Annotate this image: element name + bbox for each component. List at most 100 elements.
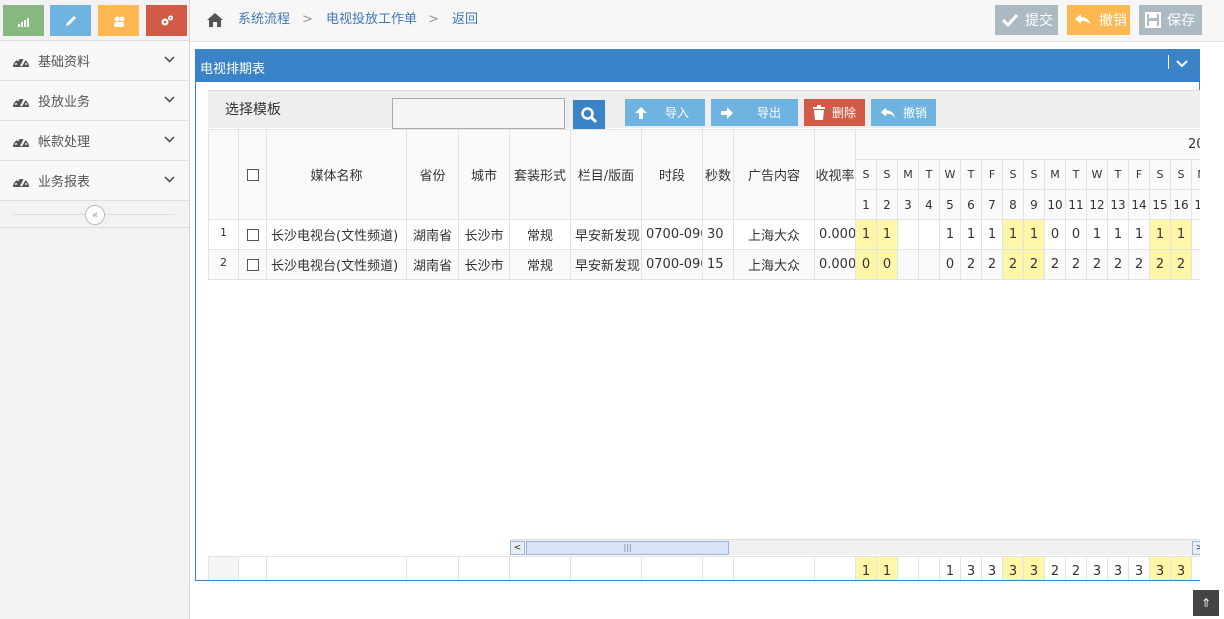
column-header[interactable]: 收视率 [814, 129, 856, 220]
breadcrumb-tv-workorder[interactable]: 电视投放工作单 [326, 0, 417, 40]
cell-city[interactable]: 长沙市 [458, 219, 510, 250]
day-cell[interactable]: 1 [855, 219, 877, 250]
signal-shortcut-button[interactable] [3, 5, 44, 36]
save-icon [1145, 12, 1161, 28]
day-cell[interactable]: 2 [1002, 249, 1024, 280]
sidebar-item-1[interactable]: 投放业务 [0, 81, 189, 121]
column-header[interactable]: 套装形式 [509, 129, 571, 220]
day-cell[interactable]: 0 [939, 249, 961, 280]
day-cell[interactable] [897, 219, 919, 250]
cell-rating[interactable]: 0.0000 [814, 219, 856, 250]
cell-package[interactable]: 常规 [509, 219, 571, 250]
home-icon[interactable] [206, 12, 224, 28]
day-cell[interactable] [918, 249, 940, 280]
sidebar-collapse-button[interactable]: « [85, 205, 105, 225]
sidebar-item-3[interactable]: 业务报表 [0, 161, 189, 201]
cell-package[interactable]: 常规 [509, 249, 571, 280]
day-cell[interactable]: 2 [1044, 249, 1066, 280]
day-cell[interactable]: 2 [1086, 249, 1108, 280]
day-cell[interactable]: 1 [960, 219, 982, 250]
cell-column[interactable]: 早安新发现, [570, 249, 642, 280]
pencil-shortcut-button[interactable] [50, 5, 91, 36]
column-header[interactable]: 秒数 [702, 129, 734, 220]
cell-province[interactable]: 湖南省 [406, 249, 459, 280]
day-cell[interactable]: 2 [1023, 249, 1045, 280]
day-cell[interactable]: 1 [1002, 219, 1024, 250]
chevron-down-icon[interactable] [1176, 60, 1188, 68]
save-button[interactable]: 保存 [1139, 5, 1202, 35]
scroll-left-button[interactable]: < [510, 541, 525, 555]
column-header[interactable]: 时段 [641, 129, 703, 220]
day-cell[interactable]: 1 [1086, 219, 1108, 250]
day-cell[interactable]: 1 [939, 219, 961, 250]
users-shortcut-button[interactable] [98, 5, 139, 36]
column-header[interactable]: 城市 [458, 129, 510, 220]
export-button[interactable]: 导出 [711, 99, 798, 126]
back-to-top-button[interactable]: ⇑ [1193, 590, 1219, 616]
template-search-button[interactable] [573, 100, 605, 130]
day-cell[interactable]: 1 [876, 219, 898, 250]
template-input[interactable] [392, 98, 565, 129]
total-cell: 3 [981, 556, 1003, 580]
day-cell[interactable]: 1 [981, 219, 1003, 250]
table-row[interactable]: 2 长沙电视台(文性频道)湖南省长沙市常规早安新发现,0700-090015上海大… [208, 249, 1200, 280]
day-cell[interactable] [918, 219, 940, 250]
table-row[interactable]: 1 长沙电视台(文性频道)湖南省长沙市常规早安新发现,0700-090030上海大… [208, 219, 1200, 250]
import-button[interactable]: 导入 [625, 99, 705, 126]
breadcrumb-system-flow[interactable]: 系统流程 [238, 0, 290, 40]
day-cell[interactable]: 2 [1128, 249, 1150, 280]
day-cell[interactable]: 2 [1065, 249, 1087, 280]
row-checkbox[interactable] [246, 228, 259, 241]
day-cell[interactable]: 0 [1044, 219, 1066, 250]
undo-button[interactable]: 撤销 [1067, 5, 1130, 35]
day-cell[interactable]: 0 [876, 249, 898, 280]
row-checkbox[interactable] [246, 258, 259, 271]
cell-content[interactable]: 上海大众 [733, 219, 815, 250]
cell-seconds[interactable]: 30 [702, 219, 734, 250]
day-cell[interactable]: 2 [1107, 249, 1129, 280]
cell-slot[interactable]: 0700-0900 [641, 219, 703, 250]
day-cell[interactable]: 1 [1149, 219, 1171, 250]
totals-blank-cell [814, 556, 856, 580]
horizontal-scrollbar[interactable]: < ||| > [510, 539, 1200, 555]
cell-media[interactable]: 长沙电视台(文性频道) [266, 249, 407, 280]
day-cell[interactable]: 1 [1107, 219, 1129, 250]
cell-column[interactable]: 早安新发现, [570, 219, 642, 250]
cell-rating[interactable]: 0.0000 [814, 249, 856, 280]
revoke-button[interactable]: 撤销 [871, 99, 936, 126]
cell-province[interactable]: 湖南省 [406, 219, 459, 250]
day-cell[interactable] [1190, 219, 1200, 250]
cell-media[interactable]: 长沙电视台(文性频道) [266, 219, 407, 250]
day-header: 4 [918, 189, 940, 220]
scroll-thumb[interactable]: ||| [526, 541, 729, 555]
weekday-header: S [1170, 159, 1192, 190]
day-cell[interactable]: 1 [1128, 219, 1150, 250]
cell-seconds[interactable]: 15 [702, 249, 734, 280]
sidebar-item-2[interactable]: 帐款处理 [0, 121, 189, 161]
delete-button[interactable]: 删除 [804, 99, 865, 126]
day-cell[interactable]: 1 [1023, 219, 1045, 250]
day-cell[interactable]: 0 [855, 249, 877, 280]
cell-content[interactable]: 上海大众 [733, 249, 815, 280]
column-header[interactable]: 省份 [406, 129, 459, 220]
sidebar-item-0[interactable]: 基础资料 [0, 41, 189, 81]
scroll-right-button[interactable]: > [1192, 541, 1200, 555]
chevron-down-icon [164, 176, 175, 183]
day-cell[interactable] [897, 249, 919, 280]
cell-city[interactable]: 长沙市 [458, 249, 510, 280]
cogs-shortcut-button[interactable] [146, 5, 187, 36]
submit-button[interactable]: 提交 [995, 5, 1058, 35]
breadcrumb-back[interactable]: 返回 [452, 0, 478, 40]
cell-slot[interactable]: 0700-0900 [641, 249, 703, 280]
column-header[interactable]: 栏目/版面 [570, 129, 642, 220]
day-cell[interactable]: 0 [1065, 219, 1087, 250]
day-cell[interactable]: 2 [981, 249, 1003, 280]
day-cell[interactable]: 2 [1149, 249, 1171, 280]
day-cell[interactable] [1190, 249, 1200, 280]
column-header[interactable]: 媒体名称 [266, 129, 407, 220]
day-cell[interactable]: 2 [960, 249, 982, 280]
select-all-checkbox[interactable] [246, 168, 259, 181]
day-cell[interactable]: 1 [1170, 219, 1192, 250]
day-cell[interactable]: 2 [1170, 249, 1192, 280]
column-header[interactable]: 广告内容 [733, 129, 815, 220]
